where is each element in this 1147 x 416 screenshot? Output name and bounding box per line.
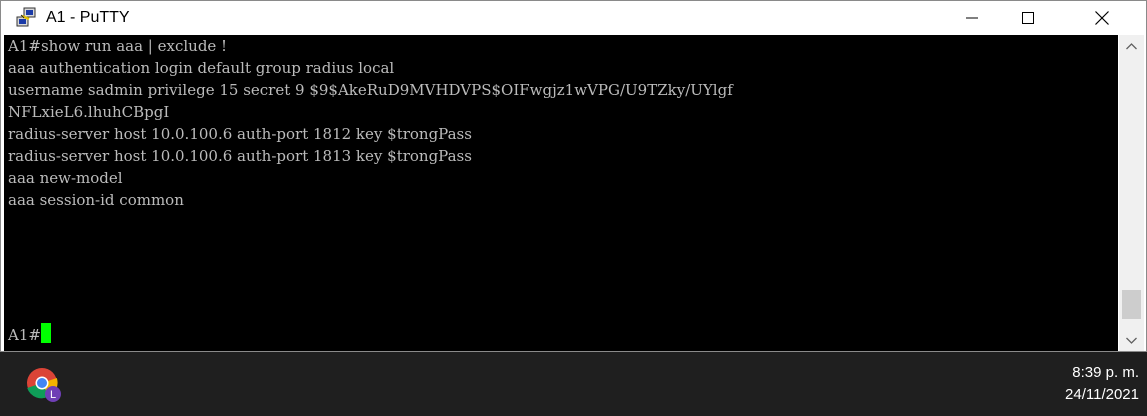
scroll-down-arrow-icon bbox=[1126, 337, 1137, 344]
scroll-up-button[interactable] bbox=[1119, 35, 1144, 57]
scrollbar-thumb[interactable] bbox=[1122, 290, 1141, 319]
terminal-line: username sadmin privilege 15 secret 9 $9… bbox=[8, 81, 733, 99]
svg-text:L: L bbox=[50, 389, 56, 401]
terminal-output[interactable]: A1#show run aaa | exclude ! aaa authenti… bbox=[4, 35, 1118, 351]
window-title: A1 - PuTTY bbox=[46, 9, 130, 26]
minimize-button[interactable] bbox=[949, 1, 995, 35]
terminal-line: aaa session-id common bbox=[8, 191, 184, 209]
terminal-line: radius-server host 10.0.100.6 auth-port … bbox=[8, 125, 472, 143]
terminal-line: A1#show run aaa | exclude ! bbox=[8, 37, 228, 55]
chrome-profile-icon[interactable]: L bbox=[25, 366, 63, 404]
vertical-scrollbar[interactable] bbox=[1119, 35, 1144, 351]
clock-date: 24/11/2021 bbox=[1065, 386, 1139, 403]
taskbar: L 8:39 p. m. 24/11/2021 bbox=[0, 352, 1147, 416]
terminal-prompt: A1# bbox=[8, 326, 41, 344]
terminal-line: aaa new-model bbox=[8, 169, 123, 187]
system-clock[interactable]: 8:39 p. m. 24/11/2021 bbox=[1065, 362, 1139, 406]
terminal-cursor bbox=[40, 323, 51, 343]
terminal-line: NFLxieL6.lhuhCBpgI bbox=[8, 103, 170, 121]
title-bar[interactable]: A1 - PuTTY bbox=[1, 1, 1146, 35]
terminal-line: aaa authentication login default group r… bbox=[8, 59, 395, 77]
close-button[interactable] bbox=[1079, 1, 1125, 35]
maximize-icon bbox=[1022, 12, 1034, 24]
close-icon bbox=[1095, 11, 1109, 25]
clock-time: 8:39 p. m. bbox=[1072, 364, 1139, 381]
scroll-up-arrow-icon bbox=[1126, 42, 1137, 49]
putty-window: A1 - PuTTY A1#show run aaa | exclude ! a… bbox=[0, 0, 1147, 352]
maximize-button[interactable] bbox=[1005, 1, 1051, 35]
scroll-down-button[interactable] bbox=[1119, 329, 1144, 351]
terminal-prompt-line: A1# bbox=[8, 323, 51, 345]
putty-icon[interactable] bbox=[15, 7, 37, 29]
minimize-icon bbox=[966, 17, 978, 19]
terminal-line: radius-server host 10.0.100.6 auth-port … bbox=[8, 147, 472, 165]
